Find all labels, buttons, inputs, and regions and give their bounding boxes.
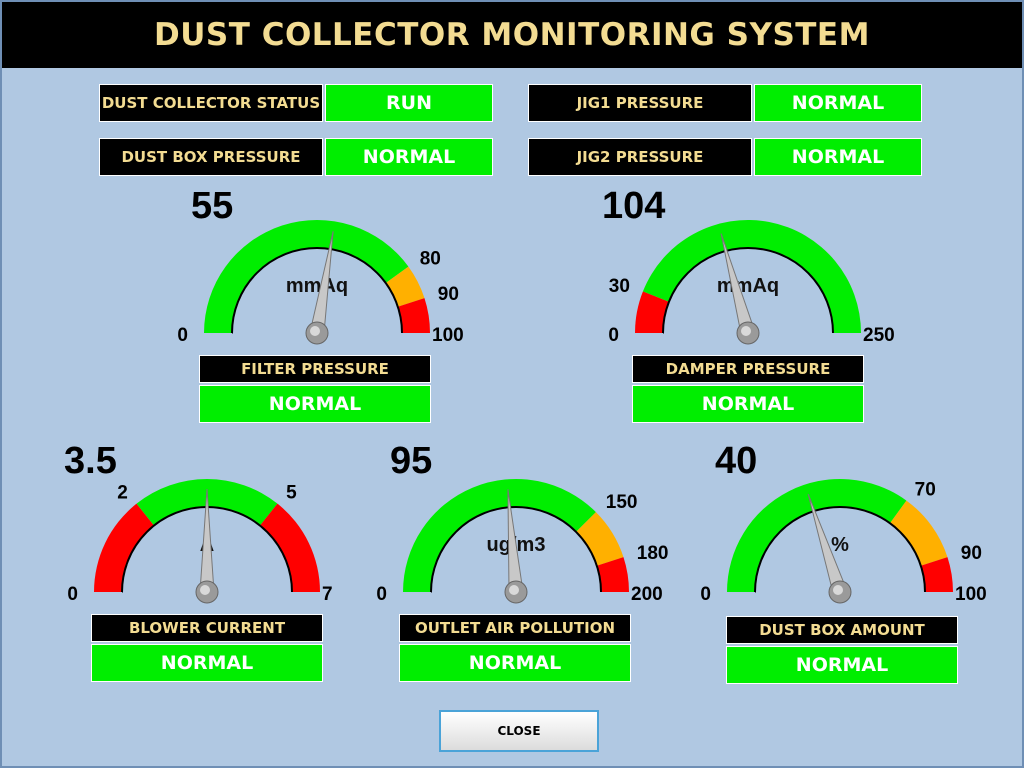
damper_pressure-needle-hub	[736, 321, 760, 345]
dust-box-pressure-value: NORMAL	[325, 138, 493, 176]
damper_pressure-tick-label-250: 250	[863, 325, 895, 346]
blower_current-unit-label: A	[200, 534, 214, 556]
filter-pressure-status: NORMAL	[199, 385, 431, 423]
jig1-pressure-value: NORMAL	[754, 84, 922, 122]
blower_current-needle-hub	[195, 580, 219, 604]
blower_current-needle-hub-highlight	[200, 585, 210, 595]
damper-pressure-label: DAMPER PRESSURE	[632, 355, 864, 383]
blower_current-zone-red-0	[94, 503, 155, 592]
filter_pressure-needle	[309, 231, 334, 335]
dust_box_amount-zone-green-0	[727, 479, 907, 592]
blower_current-tick-label-2: 2	[117, 483, 128, 504]
damper-pressure-value: 104	[602, 185, 666, 227]
damper_pressure-tick-label-30: 30	[609, 276, 630, 297]
blower_current-tick-label-5: 5	[286, 483, 297, 504]
dust-box-amount-status: NORMAL	[726, 646, 958, 684]
filter_pressure-zone-orange-1	[385, 266, 425, 307]
outlet_air_pollution-tick-label-0: 0	[376, 584, 387, 605]
damper_pressure-inner-rim	[662, 247, 834, 334]
filter_pressure-tick-label-100: 100	[432, 325, 464, 346]
outlet_air_pollution-needle-hub	[504, 580, 528, 604]
filter_pressure-zone-green-0	[204, 220, 409, 333]
outlet_air_pollution-needle	[507, 489, 524, 594]
blower-current-value: 3.5	[64, 440, 117, 482]
filter-pressure-value: 55	[191, 185, 234, 227]
outlet-air-pollution-status: NORMAL	[399, 644, 631, 682]
dust-box-pressure-label: DUST BOX PRESSURE	[99, 138, 323, 176]
dust_box_amount-needle-hub-highlight	[833, 585, 843, 595]
outlet_air_pollution-tick-label-180: 180	[637, 543, 669, 564]
damper-pressure-status: NORMAL	[632, 385, 864, 423]
filter_pressure-unit-label: mmAq	[286, 275, 348, 297]
dust_box_amount-tick-label-90: 90	[961, 543, 982, 564]
close-button[interactable]: CLOSE	[439, 710, 599, 752]
blower_current-tick-label-7: 7	[322, 584, 333, 605]
outlet_air_pollution-needle-hub-highlight	[509, 585, 519, 595]
blower-current-label: BLOWER CURRENT	[91, 614, 323, 642]
damper_pressure-unit-label: mmAq	[717, 275, 779, 297]
dust_box_amount-unit-label: %	[831, 534, 849, 556]
filter_pressure-tick-label-0: 0	[177, 325, 188, 346]
outlet_air_pollution-zone-green-0	[403, 478, 596, 592]
filter_pressure-tick-label-80: 80	[420, 248, 441, 269]
jig2-pressure-label: JIG2 PRESSURE	[528, 138, 752, 176]
blower_current-zone-green-1	[136, 479, 278, 526]
blower_current-zone-red-2	[259, 503, 320, 592]
dust-box-amount-label: DUST BOX AMOUNT	[726, 616, 958, 644]
outlet_air_pollution-unit-label: ug/m3	[487, 534, 546, 556]
dust-collector-status-label: DUST COLLECTOR STATUS	[99, 84, 323, 122]
damper_pressure-zone-red-0	[635, 291, 669, 333]
damper_pressure-tick-label-0: 0	[608, 325, 619, 346]
blower_current-tick-label-0: 0	[67, 584, 78, 605]
dust_box_amount-tick-label-100: 100	[955, 584, 987, 605]
main-window: DUST COLLECTOR MONITORING SYSTEM DUST CO…	[0, 0, 1024, 768]
filter-pressure-label: FILTER PRESSURE	[199, 355, 431, 383]
dust-collector-status-value: RUN	[325, 84, 493, 122]
outlet_air_pollution-inner-rim	[430, 506, 602, 593]
outlet_air_pollution-tick-label-200: 200	[631, 584, 663, 605]
damper_pressure-needle	[720, 233, 756, 336]
blower_current-needle	[199, 488, 215, 593]
dust_box_amount-tick-label-70: 70	[915, 479, 936, 500]
outlet_air_pollution-zone-red-2	[596, 557, 629, 592]
dust_box_amount-needle-hub	[828, 580, 852, 604]
blower-current-status: NORMAL	[91, 644, 323, 682]
damper_pressure-needle-hub-highlight	[741, 326, 751, 336]
filter_pressure-inner-rim	[231, 247, 403, 334]
filter_pressure-needle-hub-highlight	[310, 326, 320, 336]
outlet-air-pollution-value: 95	[390, 440, 433, 482]
dust_box_amount-inner-rim	[754, 506, 926, 593]
filter_pressure-zone-red-2	[397, 298, 430, 333]
dust_box_amount-zone-red-2	[920, 557, 953, 592]
outlet_air_pollution-tick-label-150: 150	[606, 492, 638, 513]
jig1-pressure-label: JIG1 PRESSURE	[528, 84, 752, 122]
filter_pressure-tick-label-90: 90	[438, 284, 459, 305]
dust_box_amount-needle	[807, 493, 848, 595]
dust_box_amount-tick-label-0: 0	[700, 584, 711, 605]
filter_pressure-needle-hub	[305, 321, 329, 345]
outlet_air_pollution-zone-orange-1	[576, 512, 624, 566]
dust-box-amount-value: 40	[715, 440, 758, 482]
outlet-air-pollution-label: OUTLET AIR POLLUTION	[399, 614, 631, 642]
blower_current-inner-rim	[121, 506, 293, 593]
window-title: DUST COLLECTOR MONITORING SYSTEM	[2, 2, 1022, 68]
damper_pressure-zone-green-1	[642, 219, 861, 333]
dust_box_amount-zone-orange-1	[889, 500, 948, 566]
jig2-pressure-value: NORMAL	[754, 138, 922, 176]
